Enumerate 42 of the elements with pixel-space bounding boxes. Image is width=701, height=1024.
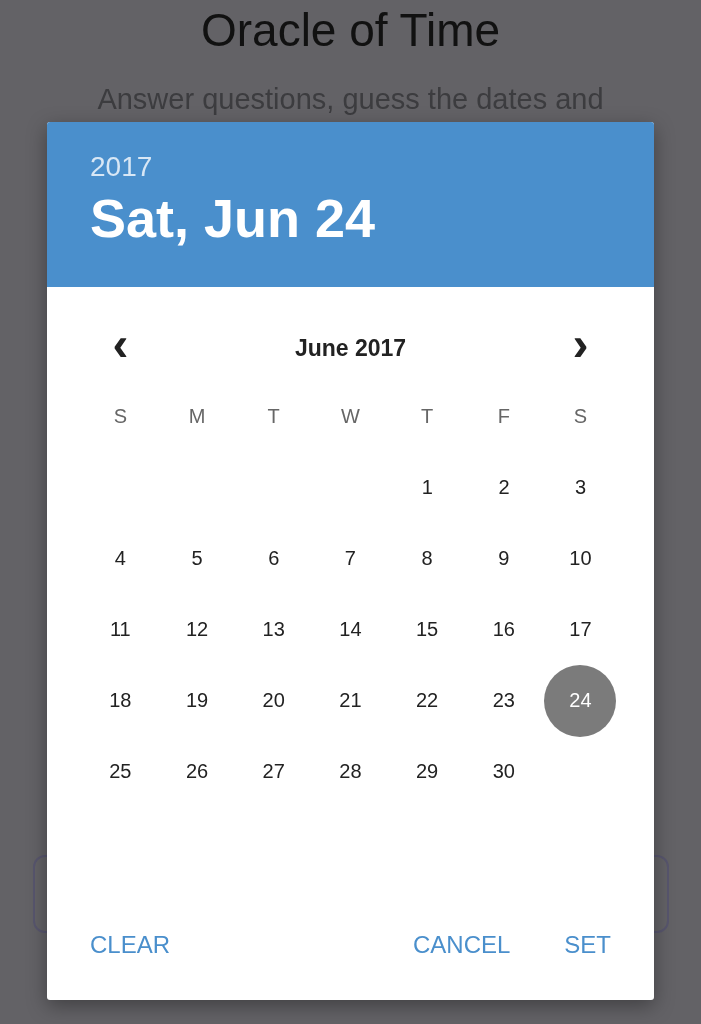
- weekday-label: M: [187, 405, 207, 428]
- weekday-label: T: [420, 405, 435, 428]
- day-button[interactable]: 22: [391, 664, 464, 737]
- day-button[interactable]: 11: [84, 593, 157, 666]
- weekday-label: T: [266, 405, 281, 428]
- weekday-label: S: [112, 405, 128, 428]
- day-button[interactable]: 3: [544, 451, 617, 524]
- weekday-label: F: [496, 405, 511, 428]
- day-button[interactable]: 26: [161, 735, 234, 808]
- day-button[interactable]: 29: [391, 735, 464, 808]
- previous-month-button[interactable]: ‹: [82, 323, 159, 373]
- day-button[interactable]: 16: [467, 593, 540, 666]
- day-button[interactable]: 13: [237, 593, 310, 666]
- day-button[interactable]: 28: [314, 735, 387, 808]
- day-button[interactable]: 6: [237, 522, 310, 595]
- day-button[interactable]: 30: [467, 735, 540, 808]
- day-button[interactable]: 15: [391, 593, 464, 666]
- day-button[interactable]: 23: [467, 664, 540, 737]
- selected-date: Sat, Jun 24: [90, 188, 377, 248]
- day-button[interactable]: 20: [237, 664, 310, 737]
- day-button[interactable]: 17: [544, 593, 617, 666]
- month-title: June 2017: [294, 334, 407, 362]
- weekday-label: W: [339, 405, 361, 428]
- day-button[interactable]: 1: [391, 451, 464, 524]
- day-button[interactable]: 9: [467, 522, 540, 595]
- day-button[interactable]: 25: [84, 735, 157, 808]
- day-button[interactable]: 2: [467, 451, 540, 524]
- day-button[interactable]: 12: [161, 593, 234, 666]
- day-button[interactable]: 14: [314, 593, 387, 666]
- page-title: Oracle of Time: [200, 3, 501, 56]
- day-button[interactable]: 21: [314, 664, 387, 737]
- day-button[interactable]: 19: [161, 664, 234, 737]
- day-button[interactable]: 10: [544, 522, 617, 595]
- day-button[interactable]: 18: [84, 664, 157, 737]
- day-button[interactable]: 27: [237, 735, 310, 808]
- weekday-label: S: [572, 405, 589, 428]
- day-button[interactable]: 7: [314, 522, 387, 595]
- day-button[interactable]: 8: [391, 522, 464, 595]
- day-button[interactable]: 24: [544, 664, 617, 737]
- next-month-button[interactable]: ›: [542, 323, 619, 373]
- day-button[interactable]: 4: [84, 522, 157, 595]
- day-button[interactable]: 5: [161, 522, 234, 595]
